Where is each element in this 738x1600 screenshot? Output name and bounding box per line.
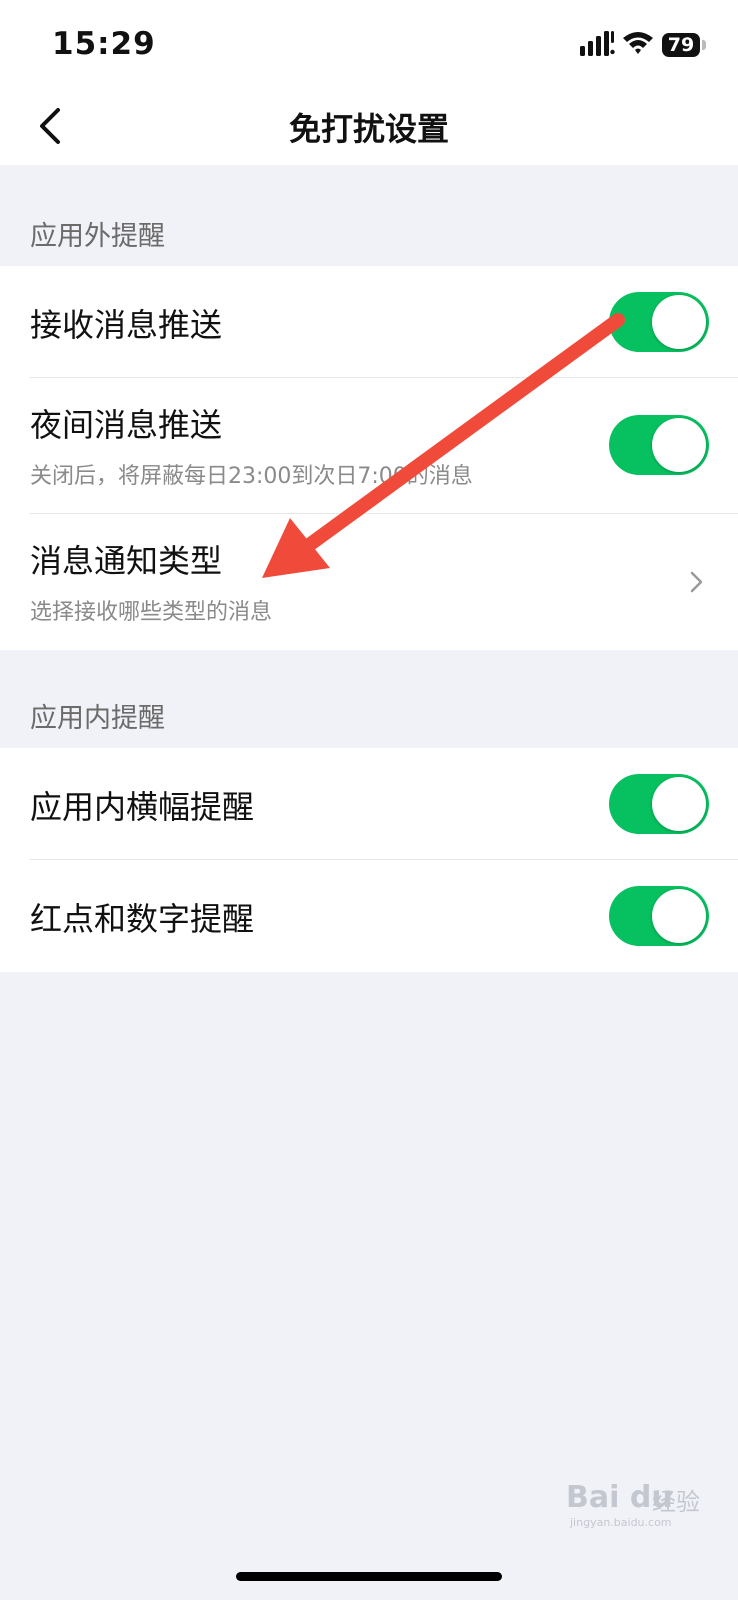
baidu-watermark: Bai du 经验 jingyan.baidu.com <box>566 1472 716 1534</box>
battery-cap <box>702 40 706 50</box>
row-banner: 应用内横幅提醒 <box>0 748 738 860</box>
watermark-url: jingyan.baidu.com <box>570 1516 672 1529</box>
battery-icon: 79 <box>662 33 700 57</box>
section-header-outside-app: 应用外提醒 <box>30 221 165 252</box>
cellular-signal-icon <box>580 31 615 56</box>
wifi-icon <box>623 32 653 54</box>
row-subtitle-notify-types: 选择接收哪些类型的消息 <box>30 600 273 625</box>
settings-group-outside-app: 接收消息推送 夜间消息推送 关闭后，将屏蔽每日23:00到次日7:00的消息 消… <box>0 266 738 650</box>
status-time: 15:29 <box>52 26 156 62</box>
page-title: 免打扰设置 <box>288 110 449 148</box>
row-notify-types[interactable]: 消息通知类型 选择接收哪些类型的消息 <box>0 514 738 650</box>
home-indicator[interactable] <box>236 1572 502 1581</box>
row-title-night-push: 夜间消息推送 <box>30 406 223 444</box>
toggle-knob <box>652 777 706 831</box>
settings-group-in-app: 应用内横幅提醒 红点和数字提醒 <box>0 748 738 972</box>
row-badge: 红点和数字提醒 <box>0 860 738 972</box>
toggle-banner[interactable] <box>609 774 709 834</box>
section-header-in-app: 应用内提醒 <box>30 703 165 734</box>
row-title-badge: 红点和数字提醒 <box>30 900 255 938</box>
row-night-push: 夜间消息推送 关闭后，将屏蔽每日23:00到次日7:00的消息 <box>0 378 738 514</box>
toggle-badge[interactable] <box>609 886 709 946</box>
status-bar: 15:29 79 <box>0 0 738 90</box>
navigation-bar: 免打扰设置 <box>0 90 738 165</box>
row-title-banner: 应用内横幅提醒 <box>30 788 255 826</box>
row-subtitle-night-push: 关闭后，将屏蔽每日23:00到次日7:00的消息 <box>30 464 473 489</box>
toggle-knob <box>652 889 706 943</box>
toggle-night-push[interactable] <box>609 415 709 475</box>
row-receive-push: 接收消息推送 <box>0 266 738 378</box>
watermark-label: 经验 <box>652 1488 700 1516</box>
row-title-notify-types: 消息通知类型 <box>30 542 223 580</box>
chevron-right-icon <box>690 571 703 593</box>
toggle-knob <box>652 295 706 349</box>
toggle-receive-push[interactable] <box>609 292 709 352</box>
toggle-knob <box>652 418 706 472</box>
row-title-receive-push: 接收消息推送 <box>30 306 223 344</box>
